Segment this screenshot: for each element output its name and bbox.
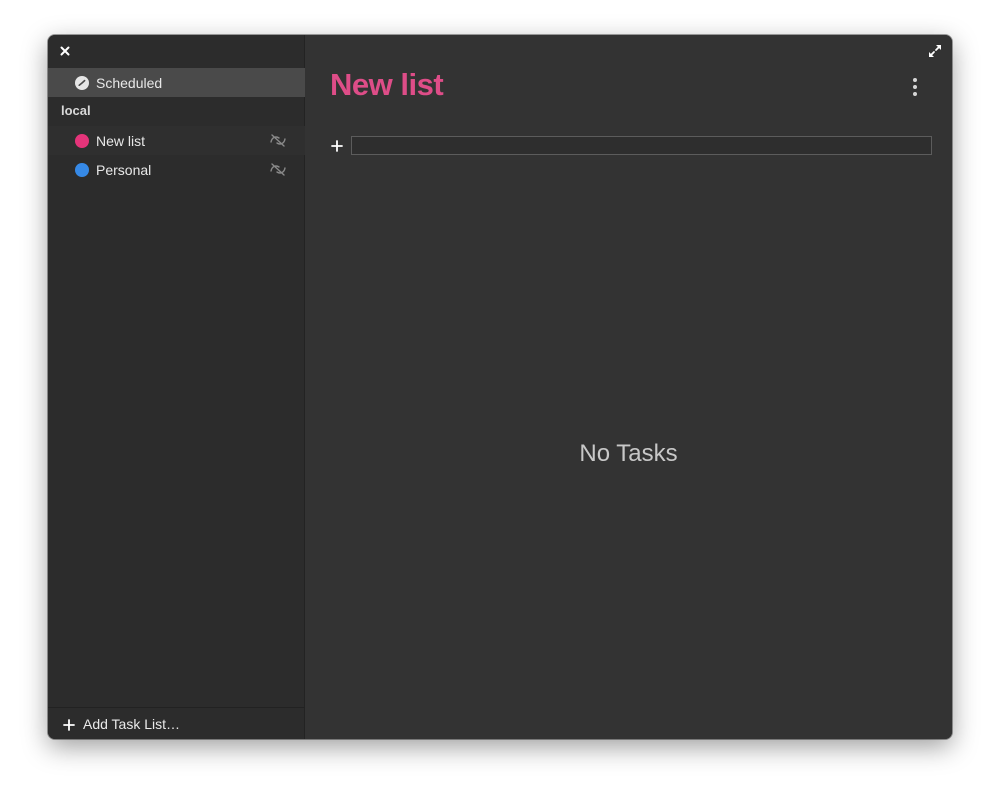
clock-icon — [75, 75, 89, 90]
maximize-icon[interactable] — [928, 44, 942, 58]
plus-icon[interactable] — [331, 139, 343, 152]
empty-state-label: No Tasks — [579, 440, 678, 467]
list-color-dot — [75, 162, 89, 177]
sidebar-item-scheduled[interactable]: Scheduled — [48, 68, 305, 97]
sidebar: Scheduled local New list Personal Add Ta… — [48, 35, 305, 739]
app-window: Scheduled local New list Personal Add Ta… — [48, 35, 952, 739]
section-header-local: local — [61, 103, 91, 118]
sidebar-item-label: Scheduled — [96, 74, 163, 91]
sidebar-item-personal[interactable]: Personal — [48, 155, 305, 184]
sidebar-item-new-list[interactable]: New list — [48, 126, 305, 155]
plus-icon — [63, 718, 75, 731]
new-task-input[interactable] — [351, 136, 932, 155]
add-task-list-label: Add Task List… — [83, 715, 181, 732]
list-color-dot — [75, 133, 89, 148]
more-vertical-icon[interactable] — [908, 77, 922, 97]
page-title: New list — [330, 67, 444, 102]
sync-disabled-icon — [269, 133, 287, 148]
sync-disabled-icon — [269, 162, 287, 177]
sidebar-item-label: New list — [96, 132, 146, 149]
add-task-list-button[interactable]: Add Task List… — [48, 707, 305, 739]
close-icon[interactable] — [58, 44, 72, 58]
sidebar-item-label: Personal — [96, 161, 152, 178]
main-pane: New list No Tasks — [305, 35, 952, 739]
